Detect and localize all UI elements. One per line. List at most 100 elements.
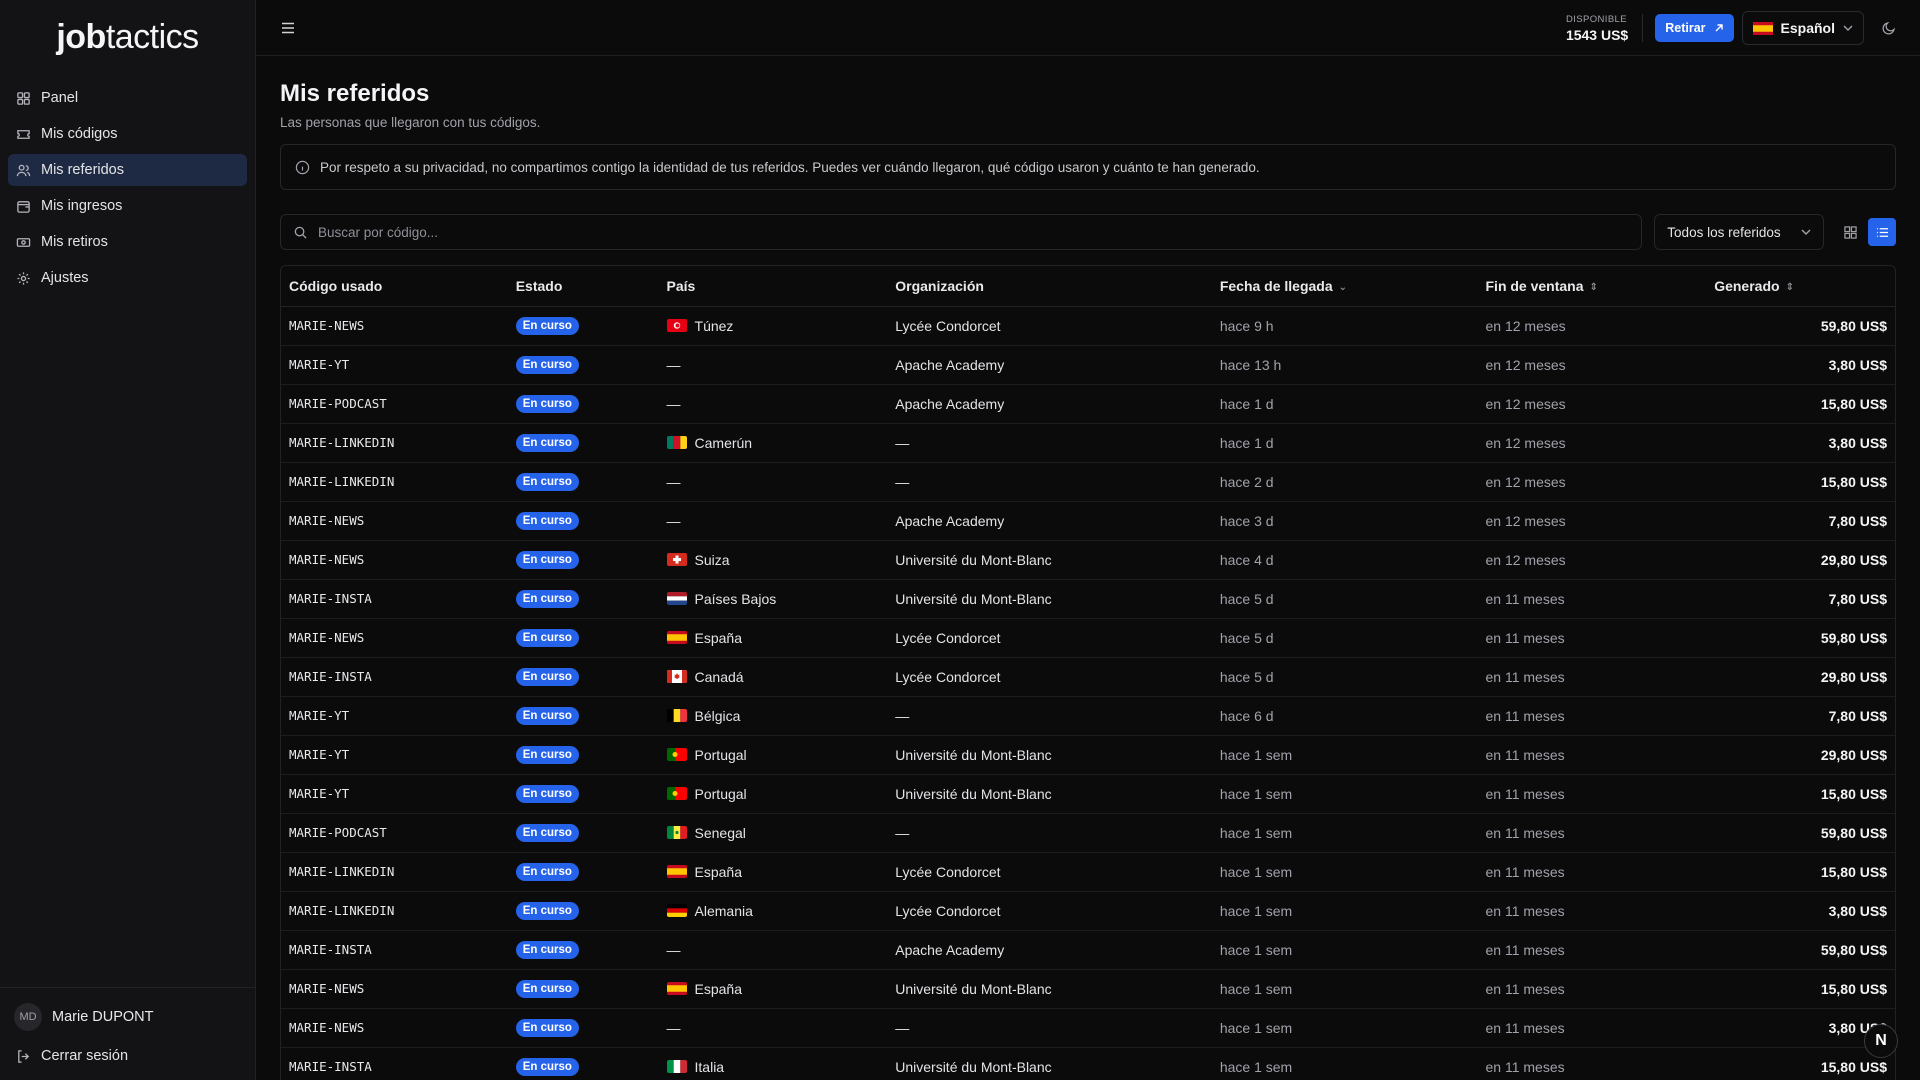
cell-window-end: en 11 meses bbox=[1477, 618, 1715, 658]
cell-status: En curso bbox=[507, 540, 659, 580]
table-row[interactable]: MARIE-YT En curso Portugal Université du Mo… bbox=[281, 735, 1895, 775]
menu-toggle-button[interactable] bbox=[278, 18, 298, 38]
cell-code: MARIE-PODCAST bbox=[281, 813, 508, 853]
sidebar-item-ajustes[interactable]: Ajustes bbox=[8, 262, 247, 294]
status-badge: En curso bbox=[515, 824, 579, 842]
table-row[interactable]: MARIE-LINKEDIN En curso Camerún — hace 1 d en… bbox=[281, 423, 1895, 463]
cell-arrival-date: hace 6 d bbox=[1211, 696, 1478, 736]
cell-window-end: en 12 meses bbox=[1477, 384, 1715, 424]
cell-generated: 59,80 US$ bbox=[1714, 306, 1895, 346]
cell-status: En curso bbox=[507, 696, 659, 736]
table-row[interactable]: MARIE-NEWS En curso — Apache Academy hace 3 … bbox=[281, 501, 1895, 541]
cell-code: MARIE-NEWS bbox=[281, 1008, 508, 1048]
theme-toggle-button[interactable] bbox=[1880, 19, 1898, 37]
pt-flag-icon bbox=[666, 787, 687, 800]
cell-window-end: en 11 meses bbox=[1477, 579, 1715, 619]
status-badge: En curso bbox=[515, 707, 579, 725]
cell-window-end: en 11 meses bbox=[1477, 852, 1715, 892]
table-row[interactable]: MARIE-INSTA En curso — Apache Academy hace 1… bbox=[281, 930, 1895, 970]
sidebar-item-mis-referidos[interactable]: Mis referidos bbox=[8, 154, 247, 186]
cell-organization: Lycée Condorcet bbox=[887, 852, 1212, 892]
floating-action-button[interactable]: N bbox=[1864, 1024, 1898, 1058]
table-row[interactable]: MARIE-LINKEDIN En curso España Lycée Condor… bbox=[281, 852, 1895, 892]
topbar: DISPONIBLE 1543 US$ Retirar Español bbox=[256, 0, 1920, 56]
balance-value: 1543 US$ bbox=[1565, 26, 1629, 43]
column-header-window-end[interactable]: Fin de ventana ⇕ bbox=[1477, 266, 1715, 307]
cell-status: En curso bbox=[507, 969, 659, 1009]
referral-filter-select[interactable]: Todos los referidos bbox=[1654, 214, 1824, 250]
column-header-arrival-date[interactable]: Fecha de llegada ⌄ bbox=[1211, 266, 1478, 307]
table-row[interactable]: MARIE-LINKEDIN En curso Alemania Lycée Cond… bbox=[281, 891, 1895, 931]
withdraw-button[interactable]: Retirar bbox=[1655, 14, 1734, 42]
cell-code: MARIE-NEWS bbox=[281, 969, 508, 1009]
cell-generated: 29,80 US$ bbox=[1714, 657, 1895, 697]
table-row[interactable]: MARIE-NEWS En curso Suiza Université du Mon… bbox=[281, 540, 1895, 580]
sidebar-item-mis-retiros[interactable]: Mis retiros bbox=[8, 226, 247, 258]
sidebar-item-panel[interactable]: Panel bbox=[8, 82, 247, 114]
cell-generated: 7,80 US$ bbox=[1714, 696, 1895, 736]
table-row[interactable]: MARIE-INSTA En curso Canadá Lycée Condorcet… bbox=[281, 657, 1895, 697]
logout-button[interactable]: Cerrar sesión bbox=[14, 1042, 241, 1070]
user-profile[interactable]: MD Marie DUPONT bbox=[14, 1002, 241, 1032]
table-row[interactable]: MARIE-YT En curso Portugal Université du Mo… bbox=[281, 774, 1895, 814]
list-view-button[interactable] bbox=[1868, 218, 1896, 246]
cell-code: MARIE-INSTA bbox=[281, 657, 508, 697]
be-flag-icon bbox=[666, 709, 687, 722]
table-row[interactable]: MARIE-NEWS En curso — — hace 1 sem en 11 mese… bbox=[281, 1008, 1895, 1048]
es-flag-icon bbox=[666, 982, 687, 995]
table-header-row: Código usado Estado País Organización Fe… bbox=[281, 266, 1895, 307]
table-row[interactable]: MARIE-YT En curso — Apache Academy hace 13 h… bbox=[281, 345, 1895, 385]
cell-status: En curso bbox=[507, 345, 659, 385]
country-name: Túnez bbox=[694, 317, 734, 334]
cell-arrival-date: hace 1 sem bbox=[1211, 852, 1478, 892]
pt-flag-icon bbox=[666, 748, 687, 761]
divider bbox=[1642, 14, 1644, 42]
cell-generated: 7,80 US$ bbox=[1714, 579, 1895, 619]
table-row[interactable]: MARIE-YT En curso Bélgica — hace 6 d en 11 me… bbox=[281, 696, 1895, 736]
table-row[interactable]: MARIE-NEWS En curso Túnez Lycée Condorcet ha… bbox=[281, 306, 1895, 346]
cell-organization: — bbox=[887, 1008, 1212, 1048]
country-name: España bbox=[694, 863, 742, 880]
table-row[interactable]: MARIE-LINKEDIN En curso — — hace 2 d en 12 me… bbox=[281, 462, 1895, 502]
cell-arrival-date: hace 5 d bbox=[1211, 579, 1478, 619]
table-row[interactable]: MARIE-NEWS En curso España Université du Mo… bbox=[281, 969, 1895, 1009]
sidebar-item-label: Mis ingresos bbox=[41, 198, 123, 214]
column-header-generated[interactable]: Generado ⇕ bbox=[1714, 266, 1895, 307]
table-row[interactable]: MARIE-PODCAST En curso Senegal — hace 1 sem e… bbox=[281, 813, 1895, 853]
info-icon bbox=[295, 160, 310, 174]
cell-status: En curso bbox=[507, 579, 659, 619]
grid-view-button[interactable] bbox=[1836, 218, 1864, 246]
table-row[interactable]: MARIE-INSTA En curso Italia Université du M… bbox=[281, 1047, 1895, 1080]
cm-flag-icon bbox=[666, 436, 687, 449]
table-row[interactable]: MARIE-NEWS En curso España Lycée Condorcet h… bbox=[281, 618, 1895, 658]
cell-arrival-date: hace 1 sem bbox=[1211, 735, 1478, 775]
sidebar-item-mis-ingresos[interactable]: Mis ingresos bbox=[8, 190, 247, 222]
cell-organization: Lycée Condorcet bbox=[887, 657, 1212, 697]
cell-window-end: en 12 meses bbox=[1477, 423, 1715, 463]
cell-status: En curso bbox=[507, 852, 659, 892]
cell-organization: Apache Academy bbox=[887, 501, 1212, 541]
cell-window-end: en 12 meses bbox=[1477, 540, 1715, 580]
dashboard-icon bbox=[16, 91, 31, 106]
logout-label: Cerrar sesión bbox=[41, 1048, 129, 1064]
table-row[interactable]: MARIE-PODCAST En curso — Apache Academy hace… bbox=[281, 384, 1895, 424]
cell-generated: 3,80 US$ bbox=[1714, 891, 1895, 931]
cell-code: MARIE-YT bbox=[281, 735, 508, 775]
language-select[interactable]: Español bbox=[1741, 11, 1864, 45]
cell-country: Canadá bbox=[658, 657, 888, 697]
country-name: — bbox=[666, 473, 681, 490]
sidebar-item-mis-codigos[interactable]: Mis códigos bbox=[8, 118, 247, 150]
cell-organization: Apache Academy bbox=[887, 345, 1212, 385]
cell-country: Alemania bbox=[658, 891, 888, 931]
status-badge: En curso bbox=[515, 590, 579, 608]
cell-window-end: en 11 meses bbox=[1477, 813, 1715, 853]
search-input[interactable]: Buscar por código... bbox=[280, 214, 1643, 250]
sidebar: job tactics Panel Mis códigos Mis referid… bbox=[0, 0, 256, 1080]
cell-code: MARIE-YT bbox=[281, 345, 508, 385]
table-row[interactable]: MARIE-INSTA En curso Países Bajos Universit… bbox=[281, 579, 1895, 619]
cell-organization: Lycée Condorcet bbox=[887, 891, 1212, 931]
app-logo[interactable]: job tactics bbox=[0, 0, 255, 74]
cell-window-end: en 11 meses bbox=[1477, 657, 1715, 697]
status-badge: En curso bbox=[515, 434, 579, 452]
cell-organization: Lycée Condorcet bbox=[887, 618, 1212, 658]
